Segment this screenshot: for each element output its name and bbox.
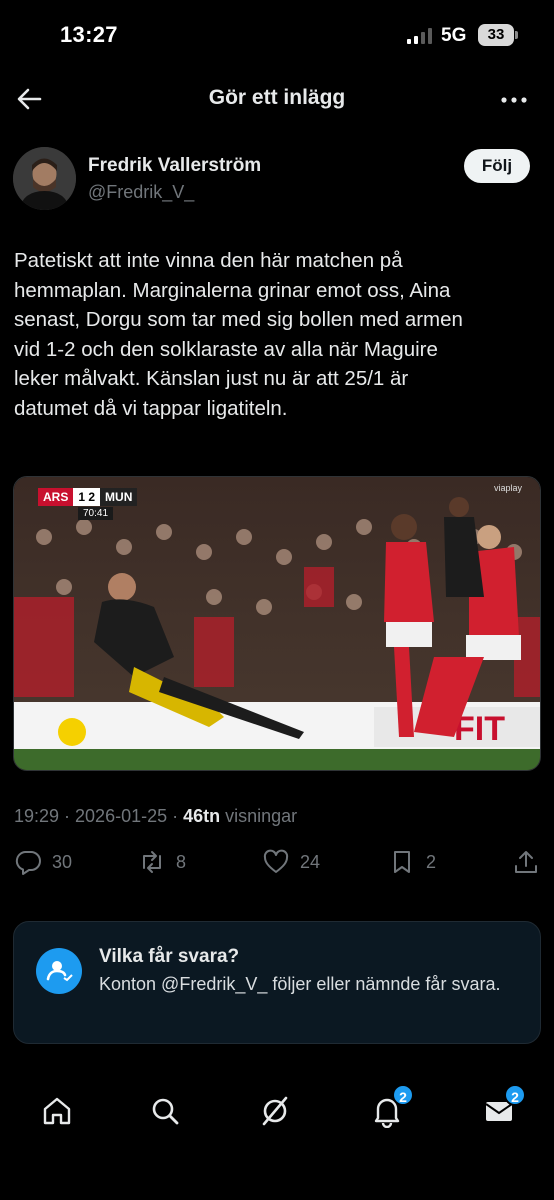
nav-home[interactable] xyxy=(40,1094,80,1134)
more-horizontal-icon[interactable] xyxy=(500,88,528,112)
status-bar: 13:27 5G 33 xyxy=(0,0,554,72)
reply-restriction-body: Konton @Fredrik_V_ följer eller nämnde f… xyxy=(99,974,501,994)
like-count: 24 xyxy=(300,851,321,872)
score: 1 2 xyxy=(73,488,101,506)
grok-icon xyxy=(262,1096,288,1126)
top-header: Gör ett inlägg xyxy=(0,72,554,128)
repost-icon xyxy=(143,851,161,873)
match-photo: FIT xyxy=(14,477,540,770)
repost-button[interactable]: 8 xyxy=(138,848,186,876)
action-bar: 30 8 24 2 xyxy=(0,848,554,882)
away-team: MUN xyxy=(100,488,138,506)
nav-grok[interactable] xyxy=(258,1094,298,1134)
signal-icon xyxy=(407,28,432,44)
reply-icon xyxy=(15,851,41,875)
bookmark-icon xyxy=(394,851,410,873)
page-title: Gör ett inlägg xyxy=(208,86,346,109)
like-button[interactable]: 24 xyxy=(262,848,320,876)
views-count: 46tn xyxy=(183,806,221,826)
battery-icon: 33 xyxy=(478,24,514,46)
nav-notifications[interactable]: 2 xyxy=(370,1084,414,1134)
follow-button[interactable]: Följ xyxy=(464,149,530,183)
post-timestamp[interactable]: 19:29 · 2026-01-25 · xyxy=(14,806,183,826)
post-meta: 19:29 · 2026-01-25 · 46tn visningar xyxy=(14,806,297,827)
repost-count: 8 xyxy=(176,851,187,872)
broadcaster-watermark: viaplay xyxy=(494,483,523,493)
bookmark-count: 2 xyxy=(426,851,437,872)
scoreboard: ARS 1 2 MUN xyxy=(38,487,138,507)
heart-icon xyxy=(263,849,289,873)
reply-restriction-card: Vilka får svara? Konton @Fredrik_V_ följ… xyxy=(13,921,541,1044)
battery-tip xyxy=(515,31,518,39)
status-time: 13:27 xyxy=(60,22,118,47)
reply-count: 30 xyxy=(52,851,73,872)
author-handle[interactable]: @Fredrik_V_ xyxy=(88,182,194,203)
home-icon xyxy=(43,1097,71,1125)
share-icon xyxy=(515,851,537,873)
network-type: 5G xyxy=(441,25,467,46)
bottom-nav: 2 2 xyxy=(0,1080,554,1150)
avatar[interactable] xyxy=(13,147,76,210)
post-text: Patetiskt att inte vinna den här matchen… xyxy=(14,249,463,420)
home-team: ARS xyxy=(38,488,74,506)
notifications-badge: 2 xyxy=(392,1084,414,1106)
author-name[interactable]: Fredrik Vallerström xyxy=(88,155,261,177)
views-label: visningar xyxy=(220,806,298,826)
reply-restriction-title: Vilka får svara? xyxy=(99,946,240,967)
post-image[interactable]: FIT ARS 1 2 MUN 70:41 viaplay xyxy=(13,476,541,771)
reply-button[interactable]: 30 xyxy=(14,848,72,876)
nav-messages[interactable]: 2 xyxy=(482,1084,526,1134)
user-mention-icon xyxy=(36,948,82,994)
bookmark-button[interactable]: 2 xyxy=(388,848,436,876)
nav-search[interactable] xyxy=(148,1094,188,1134)
match-clock: 70:41 xyxy=(78,507,114,520)
messages-badge: 2 xyxy=(504,1084,526,1106)
search-icon xyxy=(152,1098,179,1125)
share-button[interactable] xyxy=(512,848,540,876)
